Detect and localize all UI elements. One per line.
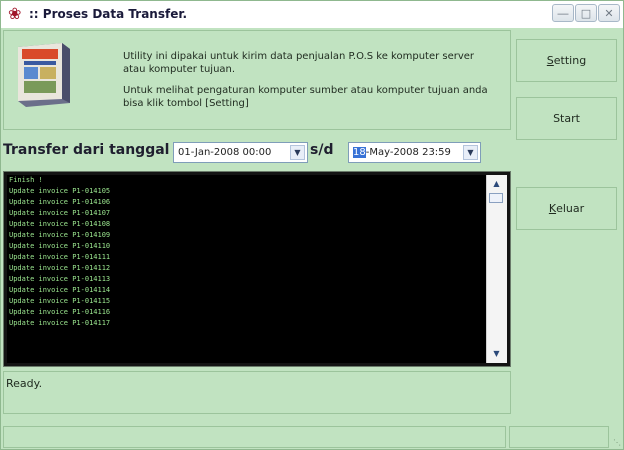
log-line: Update invoice P1-014109 <box>9 231 111 239</box>
log-line: Update invoice P1-014114 <box>9 286 111 294</box>
log-line: Update invoice P1-014107 <box>9 209 111 217</box>
date-to-day: 18 <box>353 147 366 158</box>
log-line: Update invoice P1-014105 <box>9 187 111 195</box>
status-panel: Ready. <box>3 371 511 414</box>
transfer-date-label: Transfer dari tanggal <box>3 142 170 158</box>
exit-button[interactable]: Keluar <box>516 187 617 230</box>
log-line: Finish ! <box>9 176 43 184</box>
log-line: Update invoice P1-014106 <box>9 198 111 206</box>
resize-grip-icon[interactable]: ⋱ <box>613 438 621 447</box>
status-text: Ready. <box>6 377 43 390</box>
window-controls: ― □ ✕ <box>552 4 620 22</box>
chevron-down-icon[interactable]: ▼ <box>290 145 305 160</box>
info-description: Utility ini dipakai untuk kirim data pen… <box>123 51 475 75</box>
info-panel: Utility ini dipakai untuk kirim data pen… <box>3 30 511 130</box>
log-line: Update invoice P1-014115 <box>9 297 111 305</box>
log-panel: Finish ! Update invoice P1-014105 Update… <box>3 171 511 367</box>
title-bar[interactable]: ❀ :: Proses Data Transfer. ― □ ✕ <box>1 1 623 28</box>
scroll-down-icon[interactable]: ▼ <box>489 347 504 361</box>
setting-label: etting <box>553 54 587 67</box>
content-area: Utility ini dipakai untuk kirim data pen… <box>3 30 511 423</box>
status-bar-pane-secondary <box>509 426 609 448</box>
date-from-value: 01-Jan-2008 00:00 <box>178 147 272 158</box>
log-line: Update invoice P1-014113 <box>9 275 111 283</box>
maximize-icon[interactable]: □ <box>575 4 597 22</box>
start-label: Start <box>553 112 580 125</box>
setting-button[interactable]: Setting <box>516 39 617 82</box>
setting-accel-key: S <box>546 54 554 67</box>
software-box-image <box>18 43 70 107</box>
log-line: Update invoice P1-014111 <box>9 253 111 261</box>
scroll-thumb[interactable] <box>489 193 503 203</box>
date-to-rest: -May-2008 23:59 <box>365 147 451 158</box>
ornament-icon[interactable]: ❀ <box>8 5 21 23</box>
start-button[interactable]: Start <box>516 97 617 140</box>
date-from-picker[interactable]: 01-Jan-2008 00:00 ▼ <box>173 142 308 163</box>
log-output[interactable]: Finish ! Update invoice P1-014105 Update… <box>7 175 487 363</box>
chevron-down-icon[interactable]: ▼ <box>463 145 478 160</box>
log-line: Update invoice P1-014108 <box>9 220 111 228</box>
date-separator-label: s/d <box>310 142 334 158</box>
log-line: Update invoice P1-014110 <box>9 242 111 250</box>
status-bar-pane-main <box>3 426 506 448</box>
exit-accel-key: K <box>548 202 557 215</box>
exit-label: eluar <box>556 202 585 215</box>
log-line: Update invoice P1-014116 <box>9 308 111 316</box>
window-title: :: Proses Data Transfer. <box>29 7 188 21</box>
close-icon[interactable]: ✕ <box>598 4 620 22</box>
status-bar: ⋱ <box>1 425 623 449</box>
date-to-picker[interactable]: 18-May-2008 23:59 ▼ <box>348 142 481 163</box>
log-line: Update invoice P1-014112 <box>9 264 111 272</box>
minimize-icon[interactable]: ― <box>552 4 574 22</box>
date-to-value: 18-May-2008 23:59 <box>353 147 451 158</box>
log-scrollbar[interactable]: ▲ ▼ <box>486 175 507 363</box>
main-window: ❀ :: Proses Data Transfer. ― □ ✕ Utility… <box>0 0 624 450</box>
info-setting-hint: Untuk melihat pengaturan komputer sumber… <box>123 85 488 109</box>
log-line: Update invoice P1-014117 <box>9 319 111 327</box>
scroll-up-icon[interactable]: ▲ <box>489 177 504 191</box>
